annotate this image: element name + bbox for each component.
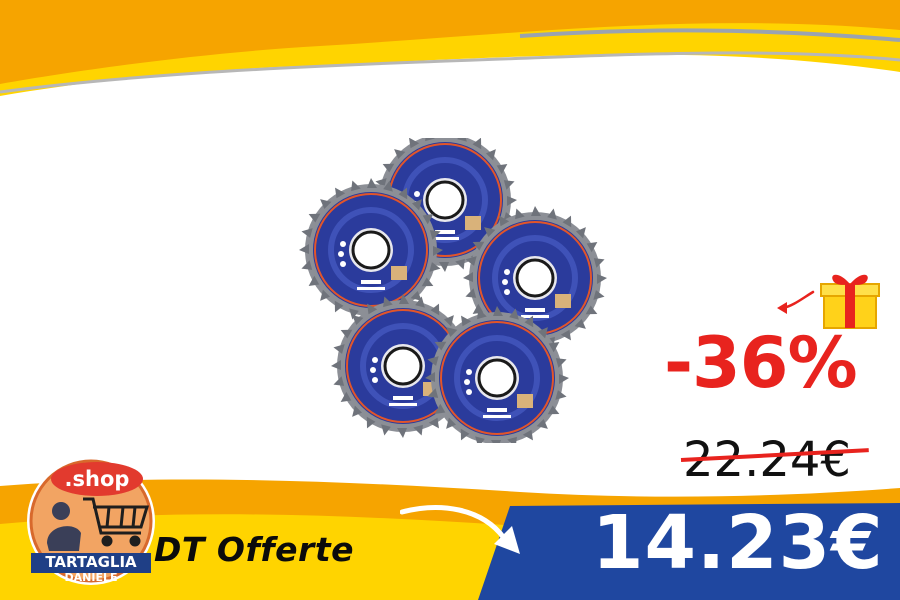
curved-arrow-white-icon <box>400 505 520 554</box>
new-price: 14.23€ <box>592 500 884 586</box>
discount-percentage: -36% <box>664 322 858 404</box>
saw-blades-image <box>295 138 615 443</box>
brand-name-bottom: DANIELE <box>65 571 118 584</box>
brand-name-top: TARTAGLIA <box>45 553 137 571</box>
curved-arrow-icon <box>777 290 815 314</box>
tagline: DT Offerte <box>154 530 354 569</box>
shop-label: .shop <box>65 467 130 491</box>
gift-box-icon <box>820 274 880 329</box>
promo-banner: .shop TARTAGLIA DANIELE DT Offerte -36% … <box>0 0 900 600</box>
shop-logo: .shop TARTAGLIA DANIELE <box>27 457 155 585</box>
